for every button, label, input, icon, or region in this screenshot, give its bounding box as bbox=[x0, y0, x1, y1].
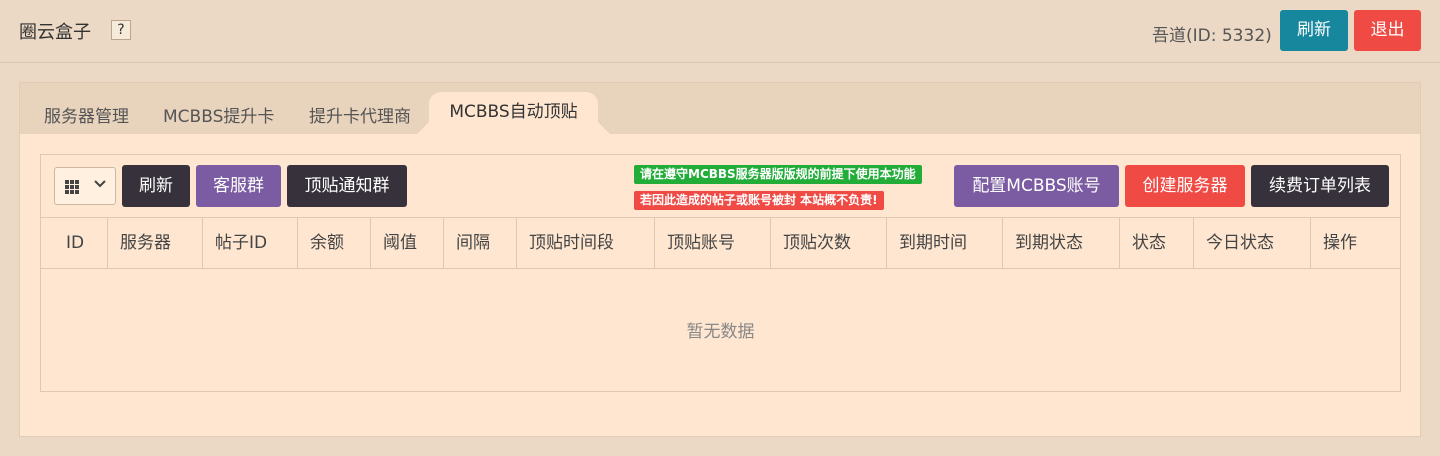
table-refresh-button[interactable]: 刷新 bbox=[122, 165, 190, 207]
column-header[interactable]: 间隔 bbox=[444, 218, 517, 268]
create-server-button[interactable]: 创建服务器 bbox=[1125, 165, 1245, 207]
column-header[interactable]: 顶贴次数 bbox=[771, 218, 887, 268]
notice-disclaimer: 若因此造成的帖子或账号被封 本站概不负责! bbox=[634, 191, 884, 210]
column-header[interactable]: 今日状态 bbox=[1194, 218, 1311, 268]
columns-dropdown[interactable] bbox=[54, 167, 116, 205]
renewal-orders-button[interactable]: 续费订单列表 bbox=[1251, 165, 1389, 207]
notice-rules: 请在遵守MCBBS服务器版版规的前提下使用本功能 bbox=[634, 165, 922, 184]
column-header[interactable]: 状态 bbox=[1120, 218, 1194, 268]
table-container: 刷新 客服群 顶贴通知群 请在遵守MCBBS服务器版版规的前提下使用本功能 若因… bbox=[40, 154, 1401, 392]
tab-boost-card-agent[interactable]: 提升卡代理商 bbox=[309, 102, 411, 127]
column-header[interactable]: 阈值 bbox=[371, 218, 444, 268]
table-header: ID 服务器 帖子ID 余额 阈值 间隔 顶贴时间段 顶贴账号 顶贴次数 到期时… bbox=[41, 217, 1400, 269]
grid-icon bbox=[65, 180, 79, 194]
header: 圈云盒子 ? 吾道(ID: 5332) 刷新 退出 bbox=[0, 0, 1440, 63]
tab-mcbbs-auto-bump[interactable]: MCBBS自动顶贴 bbox=[429, 92, 598, 134]
customer-service-button[interactable]: 客服群 bbox=[196, 165, 281, 207]
column-header[interactable]: 余额 bbox=[298, 218, 371, 268]
column-header[interactable]: 到期状态 bbox=[1003, 218, 1120, 268]
column-header[interactable]: 帖子ID bbox=[203, 218, 298, 268]
config-mcbbs-account-button[interactable]: 配置MCBBS账号 bbox=[954, 165, 1119, 207]
main-panel: 服务器管理 MCBBS提升卡 提升卡代理商 MCBBS自动顶贴 刷新 客服群 顶… bbox=[19, 82, 1421, 437]
tab-bar: 服务器管理 MCBBS提升卡 提升卡代理商 MCBBS自动顶贴 bbox=[20, 83, 1420, 134]
user-info: 吾道(ID: 5332) bbox=[1152, 26, 1272, 46]
column-header[interactable]: 操作 bbox=[1311, 218, 1400, 268]
column-header[interactable]: ID bbox=[41, 218, 108, 268]
column-header[interactable]: 到期时间 bbox=[887, 218, 1003, 268]
bump-notify-group-button[interactable]: 顶贴通知群 bbox=[287, 165, 407, 207]
chevron-down-icon bbox=[94, 180, 106, 188]
refresh-button[interactable]: 刷新 bbox=[1280, 10, 1348, 51]
empty-state-text: 暂无数据 bbox=[686, 322, 755, 342]
help-icon[interactable]: ? bbox=[111, 20, 131, 40]
tab-mcbbs-boost-card[interactable]: MCBBS提升卡 bbox=[163, 102, 274, 127]
tab-server-management[interactable]: 服务器管理 bbox=[44, 102, 129, 127]
column-header[interactable]: 顶贴账号 bbox=[655, 218, 771, 268]
column-header[interactable]: 顶贴时间段 bbox=[517, 218, 655, 268]
logout-button[interactable]: 退出 bbox=[1354, 10, 1421, 51]
column-header[interactable]: 服务器 bbox=[108, 218, 203, 268]
app-title: 圈云盒子 bbox=[19, 22, 91, 43]
